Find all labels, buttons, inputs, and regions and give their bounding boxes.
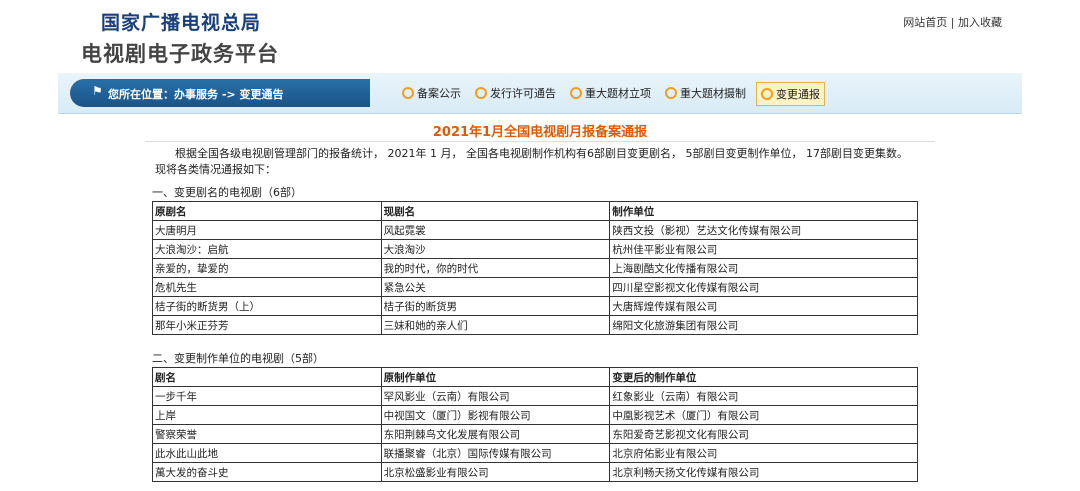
table-row: 大浪淘沙：启航 大浪淘沙 杭州佳平影业有限公司 [152, 239, 918, 259]
table-row: 那年小米正芬芳 三妹和她的亲人们 绵阳文化旅游集团有限公司 [152, 315, 918, 335]
platform-title: 电视剧电子政务平台 [81, 42, 279, 66]
table-cell: 桔子街的断货男（上） [152, 296, 382, 316]
section-title-producer-change: 二、变更制作单位的电视剧（5部） [152, 352, 324, 365]
table-cell: 中视国文（厦门）影视有限公司 [380, 405, 611, 425]
table-cell: 大浪淘沙：启航 [152, 239, 382, 259]
table-cell: 此水此山此地 [152, 443, 382, 463]
home-link[interactable]: 网站首页 [903, 16, 947, 29]
table-row: 上岸 中视国文（厦门）影视有限公司 中凰影视艺术（厦门）有限公司 [152, 405, 918, 425]
table-cell: 杭州佳平影业有限公司 [609, 239, 918, 259]
table-row: 警察荣誉 东阳荆棘鸟文化发展有限公司 东阳爱奇艺影视文化有限公司 [152, 424, 918, 444]
breadcrumb: 您所在位置：办事服务 -> 变更通告 [108, 88, 284, 101]
table-row: 一步千年 罕风影业（云南）有限公司 红象影业（云南）有限公司 [152, 386, 918, 406]
flag-icon: ⚑ [92, 84, 103, 98]
table-row: 桔子街的断货男（上） 桔子街的断货男 大唐辉煌传媒有限公司 [152, 296, 918, 316]
table-cell: 红象影业（云南）有限公司 [609, 386, 918, 406]
table-cell: 东阳爱奇艺影视文化有限公司 [609, 424, 918, 444]
table-cell: 三妹和她的亲人们 [380, 315, 611, 335]
table-cell: 一步千年 [152, 386, 382, 406]
table-cell: 罕风影业（云南）有限公司 [380, 386, 611, 406]
section-title-rename: 一、变更剧名的电视剧（6部） [152, 186, 302, 199]
top-links: 网站首页 | 加入收藏 [903, 14, 1002, 30]
table-cell: 风起霓裳 [380, 220, 611, 240]
table-header-row: 剧名 原制作单位 变更后的制作单位 [152, 367, 918, 387]
table-cell: 上海剧酷文化传播有限公司 [609, 258, 918, 278]
agency-name: 国家广播电视总局 [101, 12, 262, 34]
table-cell: 我的时代，你的时代 [380, 258, 611, 278]
table-cell: 中凰影视艺术（厦门）有限公司 [609, 405, 918, 425]
table-cell: 上岸 [152, 405, 382, 425]
nav-bar: ⚑ 您所在位置：办事服务 -> 变更通告 备案公示 发行许可通告 重大题材立项 … [58, 73, 1022, 114]
circle-icon [761, 88, 773, 100]
table-row: 此水此山此地 联播聚睿（北京）国际传媒有限公司 北京府佑影业有限公司 [152, 443, 918, 463]
table-cell: 萬大发的奋斗史 [152, 462, 382, 482]
column-header: 现剧名 [380, 201, 611, 221]
link-separator: | [950, 16, 958, 29]
producer-change-table: 剧名 原制作单位 变更后的制作单位 一步千年 罕风影业（云南）有限公司 红象影业（云… [152, 367, 918, 482]
table-row: 萬大发的奋斗史 北京松盛影业有限公司 北京利畅天扬文化传媒有限公司 [152, 462, 918, 482]
table-cell: 北京松盛影业有限公司 [380, 462, 611, 482]
add-favorite-link[interactable]: 加入收藏 [958, 16, 1002, 29]
table-cell: 危机先生 [152, 277, 382, 297]
title-divider [145, 141, 935, 142]
tab-label: 备案公示 [417, 87, 461, 100]
table-header-row: 原剧名 现剧名 制作单位 [152, 201, 918, 221]
table-cell: 北京利畅天扬文化传媒有限公司 [609, 462, 918, 482]
table-cell: 绵阳文化旅游集团有限公司 [609, 315, 918, 335]
table-row: 危机先生 紧急公关 四川星空影视文化传媒有限公司 [152, 277, 918, 297]
table-cell: 桔子街的断货男 [380, 296, 611, 316]
table-cell: 四川星空影视文化传媒有限公司 [609, 277, 918, 297]
tab-label: 重大题材立项 [585, 87, 651, 100]
circle-icon [475, 87, 487, 99]
tab-major-theme-filming[interactable]: 重大题材摄制 [661, 82, 750, 104]
column-header: 制作单位 [609, 201, 918, 221]
table-cell: 大唐明月 [152, 220, 382, 240]
column-header: 变更后的制作单位 [609, 367, 918, 387]
column-header: 原制作单位 [380, 367, 611, 387]
tab-distribution-permit[interactable]: 发行许可通告 [471, 82, 560, 104]
tab-major-theme-project[interactable]: 重大题材立项 [566, 82, 655, 104]
report-title: 2021年1月全国电视剧月报备案通报 [432, 125, 648, 140]
column-header: 剧名 [152, 367, 382, 387]
table-cell: 那年小米正芬芳 [152, 315, 382, 335]
report-intro: 根据全国各级电视剧管理部门的报备统计， 2021年 1 月， 全国各电视剧制作机… [155, 147, 908, 176]
column-header: 原剧名 [152, 201, 382, 221]
table-cell: 东阳荆棘鸟文化发展有限公司 [380, 424, 611, 444]
location-box: ⚑ 您所在位置：办事服务 -> 变更通告 [70, 79, 370, 107]
table-cell: 警察荣誉 [152, 424, 382, 444]
table-cell: 亲爱的，挚爱的 [152, 258, 382, 278]
table-cell: 联播聚睿（北京）国际传媒有限公司 [380, 443, 611, 463]
circle-icon [402, 87, 414, 99]
tab-record-notice[interactable]: 备案公示 [398, 82, 465, 104]
tab-label: 发行许可通告 [490, 87, 556, 100]
table-cell: 大浪淘沙 [380, 239, 611, 259]
site-header: 国家广播电视总局 电视剧电子政务平台 网站首页 | 加入收藏 [0, 0, 1080, 70]
table-cell: 大唐辉煌传媒有限公司 [609, 296, 918, 316]
circle-icon [665, 87, 677, 99]
nav-tabs: 备案公示 发行许可通告 重大题材立项 重大题材摄制 变更通报 [398, 82, 825, 106]
rename-table: 原剧名 现剧名 制作单位 大唐明月 风起霓裳 陕西文投（影视）艺达文化传媒有限公司 … [152, 201, 918, 335]
circle-icon [570, 87, 582, 99]
table-row: 亲爱的，挚爱的 我的时代，你的时代 上海剧酷文化传播有限公司 [152, 258, 918, 278]
tab-label: 重大题材摄制 [680, 87, 746, 100]
tab-label: 变更通报 [776, 88, 820, 101]
table-cell: 陕西文投（影视）艺达文化传媒有限公司 [609, 220, 918, 240]
table-row: 大唐明月 风起霓裳 陕西文投（影视）艺达文化传媒有限公司 [152, 220, 918, 240]
table-cell: 紧急公关 [380, 277, 611, 297]
tab-change-notice[interactable]: 变更通报 [756, 82, 825, 106]
table-cell: 北京府佑影业有限公司 [609, 443, 918, 463]
